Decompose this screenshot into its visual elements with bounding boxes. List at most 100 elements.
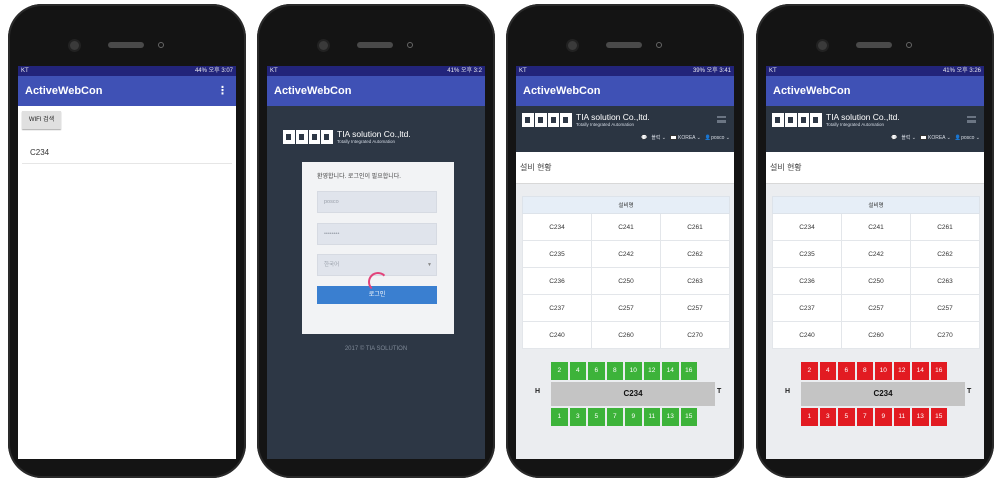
rack-cell[interactable]: 11: [893, 408, 910, 426]
app-bar: ActiveWebCon: [267, 76, 485, 106]
table-row: C236 C250 C263: [772, 267, 980, 295]
rack-cell[interactable]: 1: [551, 408, 568, 426]
table-row: C235 C242 C262: [522, 240, 730, 268]
status-right: 44% 오후 3:07: [194, 68, 233, 74]
password-field[interactable]: ••••••••: [317, 223, 437, 245]
rack-cell[interactable]: 10: [875, 362, 892, 380]
rack-cell[interactable]: 5: [838, 408, 855, 426]
phone-1: KT 44% 오후 3:07 ActiveWebCon ⋮ WIFI 검색 C2…: [8, 4, 246, 478]
rack-cell[interactable]: 6: [838, 362, 855, 380]
header-menu: 💬 블럭 ⌄ KOREA ⌄ 👤posco ⌄: [641, 134, 730, 142]
rack-cell[interactable]: 13: [912, 408, 929, 426]
tia-logo-icon: [283, 129, 333, 144]
divider: [22, 163, 232, 164]
board-menu[interactable]: 블럭 ⌄: [901, 134, 916, 141]
device-list-item[interactable]: C234: [30, 148, 49, 157]
hamburger-icon[interactable]: [967, 116, 976, 123]
language-menu[interactable]: KOREA ⌄: [920, 135, 951, 141]
status-bar: KT 41% 오후 3:26: [766, 66, 984, 76]
phone-4: KT 41% 오후 3:26 ActiveWebCon TIA solution…: [756, 4, 994, 478]
screen-wifi: KT 44% 오후 3:07 ActiveWebCon ⋮ WIFI 검색 C2…: [18, 66, 236, 459]
hamburger-icon[interactable]: [717, 116, 726, 123]
site-header: TIA solution Co.,ltd. Totally Integrated…: [516, 106, 734, 152]
rack-cell[interactable]: 6: [588, 362, 605, 380]
rack-cell[interactable]: 7: [856, 408, 873, 426]
language-value: 한국어: [324, 262, 340, 268]
rack-cell[interactable]: 15: [930, 408, 947, 426]
board-menu[interactable]: 블럭 ⌄: [651, 134, 666, 141]
rack-cell[interactable]: 10: [625, 362, 642, 380]
rack-cell[interactable]: 12: [893, 362, 910, 380]
camera: [568, 41, 577, 50]
rack-cell[interactable]: 14: [662, 362, 679, 380]
carrier: KT: [270, 68, 278, 74]
chat-icon[interactable]: 💬: [891, 135, 897, 141]
site-header: TIA solution Co.,ltd. Totally Integrated…: [766, 106, 984, 152]
rack-cell[interactable]: 4: [569, 362, 586, 380]
rack-cell[interactable]: 1: [801, 408, 818, 426]
loading-spinner-icon: [368, 272, 388, 292]
rack-cell[interactable]: 15: [680, 408, 697, 426]
app-title: ActiveWebCon: [523, 85, 601, 97]
company-name: TIA solution Co.,ltd.: [576, 112, 650, 122]
rack-bottom-cells: 1 3 5 7 9 11 13 15: [551, 408, 697, 426]
rack-cell[interactable]: 8: [606, 362, 623, 380]
app-bar: ActiveWebCon: [516, 76, 734, 106]
dropdown-arrow-icon: ▼: [427, 262, 432, 268]
table-row: C235 C242 C262: [772, 240, 980, 268]
user-menu[interactable]: 👤posco ⌄: [705, 135, 730, 141]
table-header: 설비명: [772, 196, 980, 214]
phone-2: KT 41% 오후 3:2 ActiveWebCon TIA solution …: [257, 4, 495, 478]
rack-tail-label: T: [967, 388, 972, 395]
rack-cell[interactable]: 9: [875, 408, 892, 426]
tia-logo-icon: [772, 112, 822, 127]
rack-name: C234: [551, 382, 715, 406]
rack-cell[interactable]: 8: [856, 362, 873, 380]
user-menu[interactable]: 👤posco ⌄: [955, 135, 980, 141]
copyright: 2017 © TIA SOLUTION: [344, 346, 408, 352]
status-right: 41% 오후 3:26: [942, 68, 981, 74]
sensor: [407, 42, 413, 48]
chat-icon[interactable]: 💬: [641, 135, 647, 141]
rack-head-label: H: [535, 388, 541, 395]
status-right: 41% 오후 3:2: [447, 68, 482, 74]
app-title: ActiveWebCon: [773, 85, 851, 97]
app-bar: ActiveWebCon: [766, 76, 984, 106]
language-menu[interactable]: KOREA ⌄: [670, 135, 701, 141]
screen-status-red: KT 41% 오후 3:26 ActiveWebCon TIA solution…: [766, 66, 984, 459]
username-field[interactable]: posco: [317, 191, 437, 213]
rack-cell[interactable]: 11: [643, 408, 660, 426]
more-vert-icon[interactable]: ⋮: [217, 76, 228, 106]
rack-tail-label: T: [717, 388, 722, 395]
rack-cell[interactable]: 3: [819, 408, 836, 426]
rack-cell[interactable]: 2: [551, 362, 568, 380]
app-title: ActiveWebCon: [274, 85, 352, 97]
speaker: [856, 42, 892, 48]
company-tagline: Totally Integrated Automation: [337, 139, 396, 144]
rack-cell[interactable]: 13: [662, 408, 679, 426]
rack-cell[interactable]: 12: [643, 362, 660, 380]
rack-diagram: H 2 4 6 8 10 12 14 16 C234 1 3 5 7 9 11 13 15 T: [531, 362, 723, 427]
rack-cell[interactable]: 5: [588, 408, 605, 426]
rack-cell[interactable]: 16: [930, 362, 947, 380]
sensor: [656, 42, 662, 48]
screen-status-green: KT 39% 오후 3:41 ActiveWebCon TIA solution…: [516, 66, 734, 459]
rack-bottom-cells: 1 3 5 7 9 11 13 15: [801, 408, 947, 426]
table-row: C240 C260 C270: [772, 321, 980, 349]
rack-cell[interactable]: 14: [912, 362, 929, 380]
table-row: C240 C260 C270: [522, 321, 730, 349]
wifi-search-button[interactable]: WIFI 검색: [22, 111, 61, 129]
carrier: KT: [769, 68, 777, 74]
rack-cell[interactable]: 4: [819, 362, 836, 380]
rack-cell[interactable]: 9: [625, 408, 642, 426]
rack-cell[interactable]: 7: [606, 408, 623, 426]
table-row: C234 C241 C261: [522, 213, 730, 241]
rack-cell[interactable]: 2: [801, 362, 818, 380]
sensor: [906, 42, 912, 48]
rack-cell[interactable]: 16: [680, 362, 697, 380]
welcome-text: 환영합니다. 로그인이 필요합니다.: [317, 174, 401, 180]
table-row: C234 C241 C261: [772, 213, 980, 241]
rack-top-cells: 2 4 6 8 10 12 14 16: [551, 362, 697, 380]
status-bar: KT 41% 오후 3:2: [267, 66, 485, 76]
rack-cell[interactable]: 3: [569, 408, 586, 426]
